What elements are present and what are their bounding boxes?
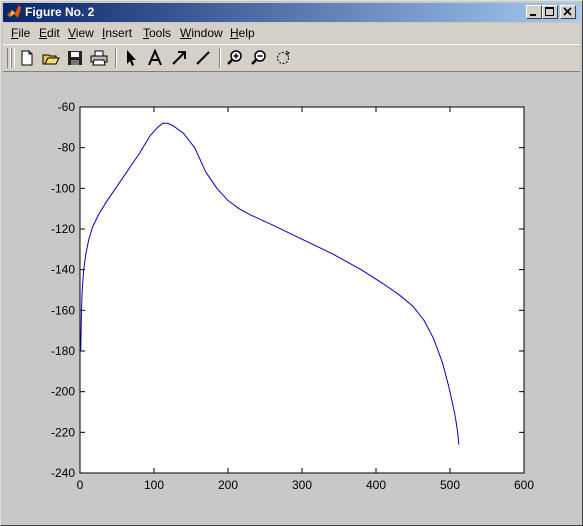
maximize-icon: [545, 7, 554, 16]
x-tick-label: 200: [218, 478, 238, 492]
open-file-button[interactable]: [41, 48, 61, 68]
y-tick-label: -160: [51, 303, 75, 317]
close-button[interactable]: [560, 5, 576, 19]
edit-plot-button[interactable]: [121, 48, 141, 68]
y-tick-label: -180: [51, 344, 75, 358]
rotate-3d-button[interactable]: [273, 48, 293, 68]
figure-canvas: 0 100 200 300 400 500 600 -60 -80 -100 -120 -140 -16…: [3, 72, 580, 523]
x-tick-label: 400: [366, 478, 386, 492]
insert-line-icon: [196, 51, 210, 65]
y-tick-label: -60: [58, 100, 76, 114]
insert-text-icon: [148, 48, 162, 66]
open-file-icon: [42, 54, 60, 65]
axes-box: [79, 106, 525, 474]
insert-line-button[interactable]: [193, 48, 213, 68]
y-tick-label: -120: [51, 222, 75, 236]
x-tick-label: 100: [144, 478, 164, 492]
y-tick-label: -80: [58, 141, 76, 155]
save-button[interactable]: [65, 48, 85, 68]
title-bar[interactable]: Figure No. 2: [3, 3, 580, 22]
minimize-icon: [530, 14, 536, 16]
print-button[interactable]: [89, 48, 109, 68]
menu-edit[interactable]: Edit: [39, 26, 60, 40]
new-figure-icon: [21, 50, 33, 66]
close-icon: [563, 7, 572, 16]
insert-text-button[interactable]: [145, 48, 165, 68]
maximize-button[interactable]: [542, 5, 558, 19]
menu-bar: File Edit View Insert Tools Window Help: [3, 23, 580, 43]
toolbar-separator: [115, 48, 117, 68]
matlab-logo-icon: [7, 5, 21, 18]
insert-arrow-button[interactable]: [169, 48, 189, 68]
zoom-out-icon: [251, 50, 266, 65]
minimize-button[interactable]: [526, 5, 542, 19]
insert-arrow-icon: [172, 51, 186, 65]
x-tick-label: 500: [440, 478, 460, 492]
zoom-in-button[interactable]: [225, 48, 245, 68]
figure-window: Figure No. 2 File Edit View Insert Tools…: [0, 0, 583, 526]
rotate-3d-icon: [277, 50, 290, 64]
x-tick-label: 600: [514, 478, 534, 492]
new-figure-button[interactable]: [17, 48, 37, 68]
plot-canvas: 0 100 200 300 400 500 600 -60 -80 -100 -120 -140 -16…: [51, 100, 534, 492]
menu-file[interactable]: File: [11, 26, 30, 40]
zoom-out-button[interactable]: [249, 48, 269, 68]
y-tick-label: -200: [51, 385, 75, 399]
zoom-in-icon: [227, 50, 242, 65]
menu-insert[interactable]: Insert: [102, 26, 132, 40]
toolbar-separator: [219, 48, 221, 68]
toolbar-grip[interactable]: [11, 48, 15, 68]
menu-help[interactable]: Help: [230, 26, 255, 40]
menu-window[interactable]: Window: [180, 26, 223, 40]
edit-plot-arrow-icon: [127, 50, 136, 66]
y-tick-label: -240: [51, 466, 75, 480]
y-tick-label: -140: [51, 263, 75, 277]
x-tick-label: 300: [292, 478, 312, 492]
save-icon: [68, 51, 82, 65]
x-tick-label: 0: [77, 478, 84, 492]
y-tick-label: -220: [51, 425, 75, 439]
menu-tools[interactable]: Tools: [143, 26, 171, 40]
menu-view[interactable]: View: [68, 26, 94, 40]
print-icon: [90, 50, 108, 66]
figure-toolbar: [3, 44, 580, 72]
window-title: Figure No. 2: [25, 5, 95, 19]
y-tick-label: -100: [51, 181, 75, 195]
